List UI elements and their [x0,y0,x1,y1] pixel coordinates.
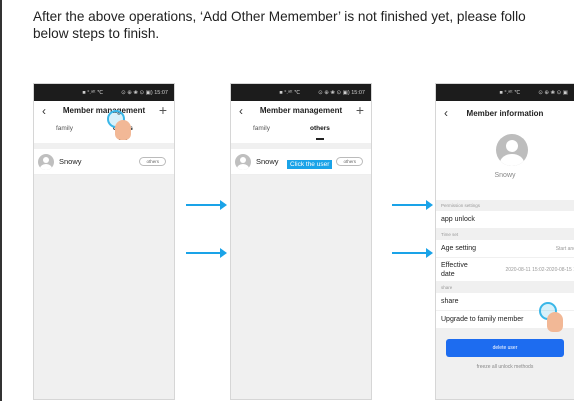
phone-screen-2: ■ °.ᵃᵗᵗ ℃ ⊙ ⊕ ❀ ⊙ ▣) 15:07 ‹ Member mana… [230,83,372,400]
phone-screen-1: ■ °.ᵃᵗᵗ ℃ ⊙ ⊕ ❀ ⊙ ▣) 15:07 ‹ Member mana… [33,83,175,400]
avatar [235,153,251,170]
list-item-user[interactable]: Snowy others [34,149,174,175]
tutorial-page: { "instruction": { "line1": "After the a… [0,0,574,401]
tab-family[interactable]: family [253,121,270,143]
effective-date-row[interactable]: Effective date 2020-08-11 15:02-2020-08-… [436,258,574,282]
click-user-tooltip: Click the user [287,160,333,169]
role-badge: others [336,157,363,166]
page-title: Member management [259,106,343,115]
share-label: share [441,298,459,305]
status-signal: ■ °.ᵃᵗᵗ ℃ [499,89,521,96]
add-icon[interactable]: + [356,100,364,120]
app-header: ‹ Member management + [34,101,174,121]
section-share: share [441,285,453,290]
instruction-line-2: below steps to finish. [33,26,160,41]
status-time: ⊙ ⊕ ❀ ⊙ ▣) 15:07 [121,89,168,96]
effective-date-value: 2020-08-11 15:02-2020-08-15 1 [505,267,574,273]
back-icon[interactable]: ‹ [444,101,448,126]
arrow-right-icon [392,200,433,210]
status-time: ⊙ ⊕ ❀ ⊙ ▣ [538,89,568,96]
arrow-right-icon [186,200,227,210]
arrow-right-icon [186,248,227,258]
back-icon[interactable]: ‹ [42,101,46,121]
instruction-line-1: After the above operations, ‘Add Other M… [33,9,526,24]
section-time: Time set [441,232,459,237]
status-signal: ■ °.ᵃᵗᵗ ℃ [279,89,301,96]
freeze-unlock-link[interactable]: freeze all unlock methods [436,364,574,370]
delete-user-button[interactable]: delete user [446,339,564,357]
age-setting-label: Age setting [441,245,477,252]
status-bar: ■ °.ᵃᵗᵗ ℃ ⊙ ⊕ ❀ ⊙ ▣) 15:07 [231,84,371,101]
tap-hand-icon [539,302,563,332]
app-unlock-row[interactable]: app unlock [436,211,574,229]
profile-card: Snowy [436,126,574,200]
add-icon[interactable]: + [159,100,167,120]
age-setting-value: Start and [555,246,574,252]
phone-screen-3: ■ °.ᵃᵗᵗ ℃ ⊙ ⊕ ❀ ⊙ ▣ ‹ Member information… [435,83,574,400]
app-header: ‹ Member management + [231,101,371,121]
status-time: ⊙ ⊕ ❀ ⊙ ▣) 15:07 [318,89,365,96]
role-badge: others [139,157,166,166]
page-title: Member management [62,106,146,115]
app-header: ‹ Member information [436,101,574,126]
member-tabs: family others [34,121,174,143]
app-unlock-label: app unlock [441,216,475,223]
arrow-right-icon [392,248,433,258]
tap-hand-icon [107,110,131,140]
status-signal: ■ °.ᵃᵗᵗ ℃ [82,89,104,96]
status-bar: ■ °.ᵃᵗᵗ ℃ ⊙ ⊕ ❀ ⊙ ▣) 15:07 [34,84,174,101]
page-title: Member information [466,109,544,118]
member-name: Snowy [494,172,516,179]
avatar [38,153,54,170]
instruction-text: After the above operations, ‘Add Other M… [33,8,574,42]
back-icon[interactable]: ‹ [239,101,243,121]
status-bar: ■ °.ᵃᵗᵗ ℃ ⊙ ⊕ ❀ ⊙ ▣ [436,84,574,101]
age-setting-row[interactable]: Age setting Start and [436,240,574,258]
upgrade-label: Upgrade to family member [441,316,524,323]
left-rule [0,0,2,401]
tab-family[interactable]: family [56,121,73,143]
member-tabs: family others [231,121,371,143]
user-name: Snowy [59,157,82,166]
section-permission: Permission settings [441,203,481,208]
user-name: Snowy [256,157,279,166]
avatar [496,134,528,166]
tab-others[interactable]: others [310,121,330,143]
